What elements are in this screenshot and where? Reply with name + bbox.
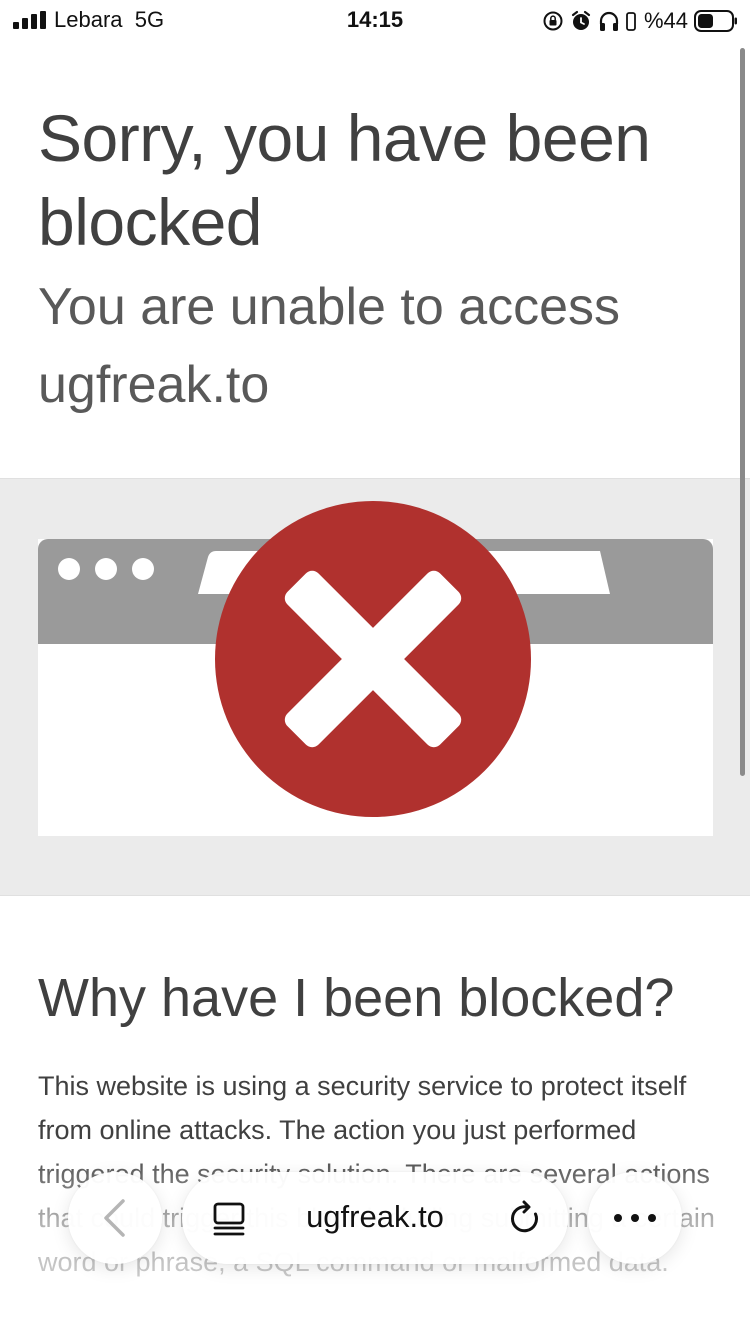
alarm-icon <box>571 10 591 30</box>
rotation-lock-icon <box>543 11 563 31</box>
blocked-browser-illustration <box>38 501 713 836</box>
why-blocked-heading: Why have I been blocked? <box>38 968 675 1028</box>
status-icons: %44 <box>542 7 738 35</box>
page-subtitle: You are unable to access ugfreak.to <box>38 278 621 414</box>
window-dot-icon <box>95 558 117 580</box>
window-dot-icon <box>132 558 154 580</box>
back-button[interactable] <box>68 1172 162 1264</box>
battery-icon <box>694 10 737 32</box>
blocked-illustration-section <box>0 478 750 896</box>
portrait-indicator-icon <box>626 12 636 31</box>
headphones-icon <box>599 11 619 31</box>
more-options-button[interactable] <box>588 1172 682 1264</box>
window-dot-icon <box>58 558 80 580</box>
page-title: Sorry, you have been blocked <box>38 101 651 259</box>
page-scrollbar[interactable] <box>740 48 745 776</box>
more-dots-icon <box>614 1214 656 1222</box>
reload-icon[interactable] <box>508 1200 542 1236</box>
battery-percent: %44 <box>643 8 688 33</box>
address-bar[interactable]: ugfreak.to <box>182 1172 568 1264</box>
status-bar: Lebara 5G 14:15 %44 <box>0 0 750 42</box>
back-chevron-icon <box>104 1199 125 1237</box>
